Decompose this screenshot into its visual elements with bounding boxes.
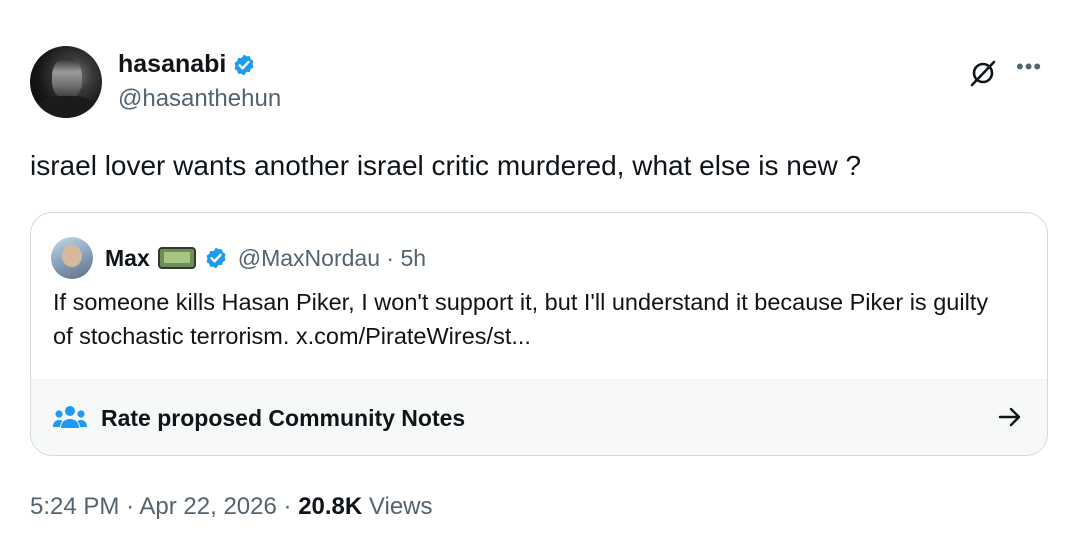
quoted-handle[interactable]: @MaxNordau · 5h (238, 245, 426, 272)
tweet-meta: 5:24 PM · Apr 22, 2026 · 20.8K Views (30, 493, 433, 520)
quoted-avatar[interactable] (51, 237, 93, 279)
author-names: hasanabi @hasanthehun (118, 50, 281, 113)
author-handle[interactable]: @hasanthehun (118, 85, 281, 113)
quoted-header: Max @MaxNordau · 5h (51, 237, 426, 279)
quoted-display-name[interactable]: Max (105, 245, 150, 272)
verified-badge-icon (234, 54, 254, 75)
views-count: 20.8K (298, 493, 363, 520)
verified-badge-icon (206, 247, 226, 269)
author-avatar[interactable] (30, 46, 102, 118)
tweet-header: hasanabi @hasanthehun ••• (30, 46, 1060, 124)
community-notes-bar[interactable]: Rate proposed Community Notes (31, 379, 1047, 455)
views-label: Views (368, 493, 433, 520)
tweet-date[interactable]: Apr 22, 2026 (139, 493, 276, 520)
tweet-text: israel lover wants another israel critic… (30, 150, 862, 181)
grok-icon[interactable] (968, 58, 998, 88)
more-icon[interactable]: ••• (1016, 54, 1042, 80)
quoted-text: If someone kills Hasan Piker, I won't su… (53, 289, 989, 349)
pager-emoji-icon (157, 247, 196, 269)
arrow-right-icon[interactable] (997, 404, 1023, 430)
people-icon (53, 406, 87, 428)
tweet-time[interactable]: 5:24 PM (30, 493, 119, 520)
quoted-tweet[interactable]: Max @MaxNordau · 5h If someone kills Has… (30, 212, 1048, 456)
community-notes-label[interactable]: Rate proposed Community Notes (101, 405, 465, 432)
author-display-name[interactable]: hasanabi (118, 50, 226, 79)
